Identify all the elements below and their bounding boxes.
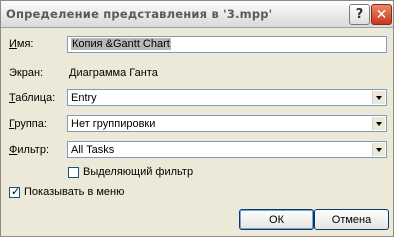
view-definition-dialog: Определение представления в '3.mpp' ? ✕ … xyxy=(0,0,394,237)
help-icon: ? xyxy=(355,7,364,22)
table-label: Таблица: xyxy=(9,92,56,104)
group-combobox[interactable]: Нет группировки xyxy=(67,115,387,132)
title-bar[interactable]: Определение представления в '3.mpp' ? ✕ xyxy=(1,1,393,28)
dialog-title: Определение представления в '3.mpp' xyxy=(6,7,273,21)
highlight-filter-label: Выделяющий фильтр xyxy=(83,166,194,178)
group-label: Группа: xyxy=(9,118,47,130)
filter-dropdown-arrow-icon[interactable] xyxy=(372,143,385,156)
name-input-value: Копия &Gantt Chart xyxy=(71,38,171,50)
filter-label: Фильтр: xyxy=(9,144,50,156)
checkmark-icon: ✓ xyxy=(11,185,21,198)
name-label: Имя: xyxy=(9,38,34,50)
close-button[interactable]: ✕ xyxy=(371,4,392,25)
name-input[interactable]: Копия &Gantt Chart xyxy=(67,36,387,53)
group-dropdown-arrow-icon[interactable] xyxy=(372,117,385,130)
table-combobox[interactable]: Entry xyxy=(67,89,387,106)
cancel-button[interactable]: Отмена xyxy=(314,209,389,230)
ok-button[interactable]: ОК xyxy=(239,209,314,230)
group-combobox-value: Нет группировки xyxy=(71,118,156,130)
show-in-menu-label: Показывать в меню xyxy=(24,186,125,198)
screen-value: Диаграмма Ганта xyxy=(69,67,158,79)
close-icon: ✕ xyxy=(375,6,388,23)
screen-label: Экран: xyxy=(9,67,44,79)
filter-combobox[interactable]: All Tasks xyxy=(67,141,387,158)
highlight-filter-checkbox[interactable] xyxy=(68,167,79,178)
help-button[interactable]: ? xyxy=(349,4,370,25)
show-in-menu-checkbox[interactable]: ✓ xyxy=(9,185,21,198)
filter-combobox-value: All Tasks xyxy=(71,144,115,156)
table-dropdown-arrow-icon[interactable] xyxy=(372,91,385,104)
table-combobox-value: Entry xyxy=(71,92,97,104)
